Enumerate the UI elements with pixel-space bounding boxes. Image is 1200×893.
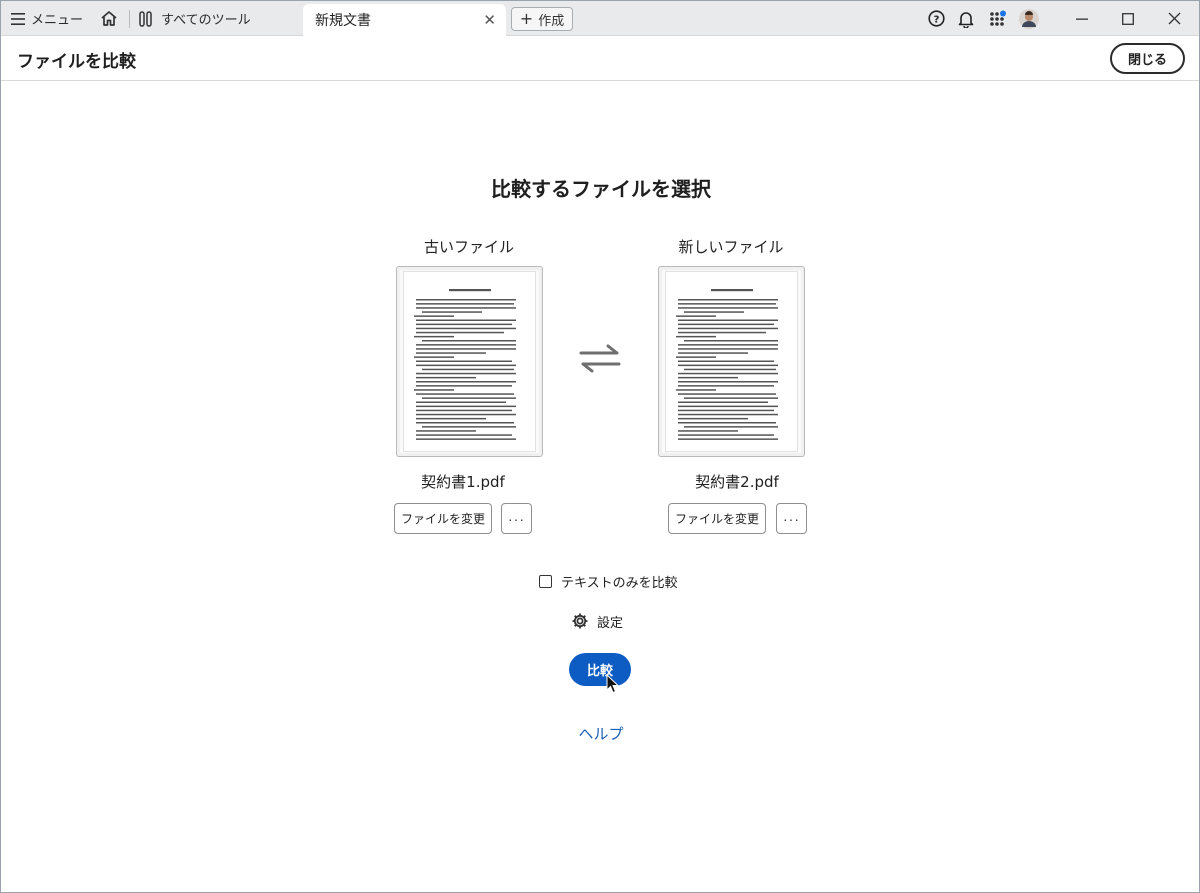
window-close-icon: [1168, 12, 1180, 25]
maximize-button[interactable]: [1105, 1, 1151, 36]
window-close-button[interactable]: [1151, 1, 1197, 36]
close-tool-button[interactable]: 閉じる: [1110, 43, 1185, 74]
change-new-file-button[interactable]: ファイルを変更: [668, 503, 766, 534]
minimize-icon: [1076, 18, 1088, 20]
tools-icon: [139, 10, 152, 27]
bell-icon: [958, 11, 974, 28]
notifications-button[interactable]: [953, 1, 979, 36]
document-preview-graphic: [414, 289, 516, 440]
document-preview-graphic: [676, 289, 778, 440]
settings-link[interactable]: 設定: [571, 611, 623, 631]
page-preview: [403, 271, 536, 452]
app-window: メニュー すべてのツール 新規文書 ✕ + 作成 ? ファイルを比較 閉じる 比…: [0, 0, 1200, 893]
all-tools-button[interactable]: すべてのツール: [139, 1, 289, 36]
main-title: 比較するファイルを選択: [491, 177, 711, 201]
menu-button[interactable]: メニュー: [11, 1, 89, 36]
plus-icon: +: [519, 9, 534, 28]
new-file-name: 契約書2.pdf: [695, 473, 779, 491]
change-old-file-button[interactable]: ファイルを変更: [394, 503, 492, 534]
new-file-more-button[interactable]: ···: [776, 503, 807, 534]
avatar[interactable]: [1016, 1, 1042, 36]
create-label: 作成: [538, 13, 565, 29]
menu-label: メニュー: [31, 13, 84, 28]
tab-divider: [129, 10, 130, 28]
avatar-image: [1019, 8, 1039, 29]
cursor-icon: [606, 674, 620, 694]
compare-button[interactable]: 比較: [569, 653, 631, 686]
apps-grid-icon: [990, 10, 1006, 26]
old-file-more-button[interactable]: ···: [501, 503, 532, 534]
settings-label: 設定: [597, 615, 624, 631]
help-icon: ?: [927, 10, 945, 27]
tab-new-document[interactable]: 新規文書 ✕: [303, 4, 506, 36]
home-button[interactable]: [97, 1, 121, 36]
help-link[interactable]: ヘルプ: [1, 723, 1200, 744]
old-file-thumbnail[interactable]: [396, 266, 543, 457]
tab-bar: メニュー すべてのツール 新規文書 ✕ + 作成 ?: [1, 1, 1199, 36]
close-icon[interactable]: ✕: [483, 11, 496, 29]
new-file-thumbnail[interactable]: [658, 266, 805, 457]
swap-icon[interactable]: [577, 343, 623, 373]
old-file-name: 契約書1.pdf: [421, 473, 505, 491]
old-file-label: 古いファイル: [423, 238, 514, 256]
text-only-option[interactable]: テキストのみを比較: [539, 571, 678, 591]
text-only-label: テキストのみを比較: [561, 575, 678, 591]
tab-label: 新規文書: [315, 13, 371, 29]
maximize-icon: [1122, 12, 1134, 25]
gear-icon: [572, 613, 588, 629]
page-preview: [665, 271, 798, 452]
hamburger-icon: [11, 12, 25, 25]
svg-text:?: ?: [933, 14, 939, 25]
new-file-label: 新しいファイル: [678, 238, 784, 256]
help-button[interactable]: ?: [923, 1, 949, 36]
page-title: ファイルを比較: [17, 52, 136, 72]
all-tools-label: すべてのツール: [161, 13, 251, 28]
minimize-button[interactable]: [1059, 1, 1105, 36]
apps-button[interactable]: [985, 1, 1011, 36]
text-only-checkbox[interactable]: [539, 574, 552, 588]
home-icon: [101, 11, 117, 26]
tool-header: ファイルを比較 閉じる: [1, 36, 1199, 81]
create-button[interactable]: + 作成: [511, 7, 573, 31]
